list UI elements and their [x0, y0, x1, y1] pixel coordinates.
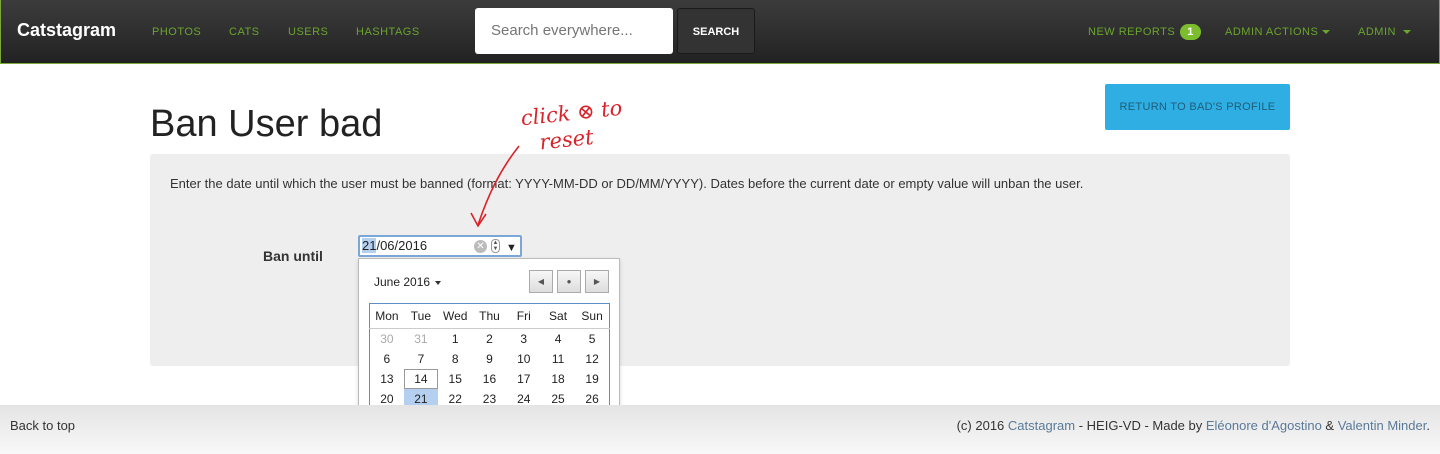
- weekday-header: Mon: [369, 303, 404, 329]
- copyright-end: .: [1426, 418, 1430, 433]
- date-day-segment[interactable]: 21: [362, 238, 377, 253]
- nav-link-photos[interactable]: PHOTOS: [152, 26, 201, 38]
- weekday-header: Wed: [438, 303, 473, 329]
- calendar-day[interactable]: 18: [541, 369, 575, 389]
- weekday-header: Thu: [472, 303, 507, 329]
- calendar-day[interactable]: 13: [370, 369, 404, 389]
- admin-actions-dropdown[interactable]: ADMIN ACTIONS: [1225, 26, 1331, 38]
- calendar-day[interactable]: 12: [575, 349, 609, 369]
- month-selector[interactable]: June 2016: [374, 275, 442, 289]
- nav-link-hashtags[interactable]: HASHTAGS: [356, 26, 420, 38]
- calendar-day[interactable]: 30: [370, 329, 404, 349]
- calendar-day[interactable]: 16: [472, 369, 506, 389]
- footer-copyright: (c) 2016 Catstagram - HEIG-VD - Made by …: [957, 418, 1430, 433]
- spinner-icon[interactable]: ▲ ▼: [491, 239, 500, 253]
- author-link-1[interactable]: Eléonore d'Agostino: [1206, 418, 1322, 433]
- calendar-day[interactable]: 5: [575, 329, 609, 349]
- ban-form-panel: Enter the date until which the user must…: [150, 154, 1290, 366]
- search-button[interactable]: SEARCH: [677, 8, 755, 54]
- calendar-day[interactable]: 11: [541, 349, 575, 369]
- calendar-day[interactable]: 1: [438, 329, 472, 349]
- calendar-day-today[interactable]: 14: [403, 368, 439, 389]
- caret-down-icon: [1322, 30, 1331, 35]
- copyright-mid: - HEIG-VD - Made by: [1075, 418, 1206, 433]
- calendar-day[interactable]: 9: [472, 349, 506, 369]
- calendar-day[interactable]: 31: [404, 329, 438, 349]
- admin-label: ADMIN: [1358, 26, 1396, 38]
- admin-actions-label: ADMIN ACTIONS: [1225, 26, 1319, 38]
- calendar-day[interactable]: 6: [370, 349, 404, 369]
- nav-link-cats[interactable]: CATS: [229, 26, 260, 38]
- admin-dropdown[interactable]: ADMIN: [1358, 26, 1411, 38]
- author-link-2[interactable]: Valentin Minder: [1338, 418, 1427, 433]
- dropdown-arrow-icon[interactable]: ▼: [506, 239, 517, 257]
- footer: Back to top (c) 2016 Catstagram - HEIG-V…: [0, 405, 1440, 454]
- calendar-day[interactable]: 17: [507, 369, 541, 389]
- weekday-header: Sun: [575, 303, 610, 329]
- new-reports-link[interactable]: NEW REPORTS 1: [1088, 24, 1201, 40]
- page-title: Ban User bad: [150, 103, 383, 145]
- calendar-day[interactable]: 3: [507, 329, 541, 349]
- calendar-day[interactable]: 4: [541, 329, 575, 349]
- caret-down-icon: [1402, 30, 1411, 35]
- navbar: Catstagram PHOTOS CATS USERS HASHTAGS SE…: [0, 0, 1440, 64]
- ban-date-input[interactable]: 21/06/2016 ✕ ▲ ▼ ▼: [358, 235, 522, 257]
- search-input[interactable]: [475, 8, 673, 54]
- new-reports-label: NEW REPORTS: [1088, 26, 1176, 38]
- date-rest-segment[interactable]: /06/2016: [376, 238, 427, 253]
- caret-down-icon: [435, 280, 442, 285]
- month-label: June 2016: [374, 275, 431, 289]
- calendar-day[interactable]: 8: [438, 349, 472, 369]
- brand-logo[interactable]: Catstagram: [17, 20, 116, 41]
- calendar-day[interactable]: 19: [575, 369, 609, 389]
- nav-link-users[interactable]: USERS: [288, 26, 328, 38]
- copyright-and: &: [1321, 418, 1338, 433]
- back-to-top-link[interactable]: Back to top: [10, 418, 75, 433]
- return-to-profile-button[interactable]: RETURN TO BAD'S PROFILE: [1105, 84, 1290, 130]
- calendar-day[interactable]: 2: [472, 329, 506, 349]
- weekday-header: Tue: [403, 303, 439, 329]
- next-month-button[interactable]: ▶: [585, 270, 609, 293]
- calendar-day[interactable]: 10: [507, 349, 541, 369]
- previous-month-button[interactable]: ◀: [529, 270, 553, 293]
- weekday-header: Sat: [540, 303, 576, 329]
- weekday-header: Fri: [506, 303, 541, 329]
- clear-icon[interactable]: ✕: [474, 240, 487, 253]
- instructions-text: Enter the date until which the user must…: [170, 176, 1084, 191]
- calendar-day[interactable]: 7: [404, 349, 438, 369]
- calendar-day[interactable]: 15: [438, 369, 472, 389]
- current-month-button[interactable]: ●: [557, 270, 581, 293]
- copyright-prefix: (c) 2016: [956, 418, 1008, 433]
- ban-until-label: Ban until: [263, 248, 323, 264]
- handwritten-annotation: click ⊗ to reset: [520, 95, 627, 157]
- catstagram-link[interactable]: Catstagram: [1008, 418, 1075, 433]
- reports-count-badge: 1: [1180, 24, 1201, 40]
